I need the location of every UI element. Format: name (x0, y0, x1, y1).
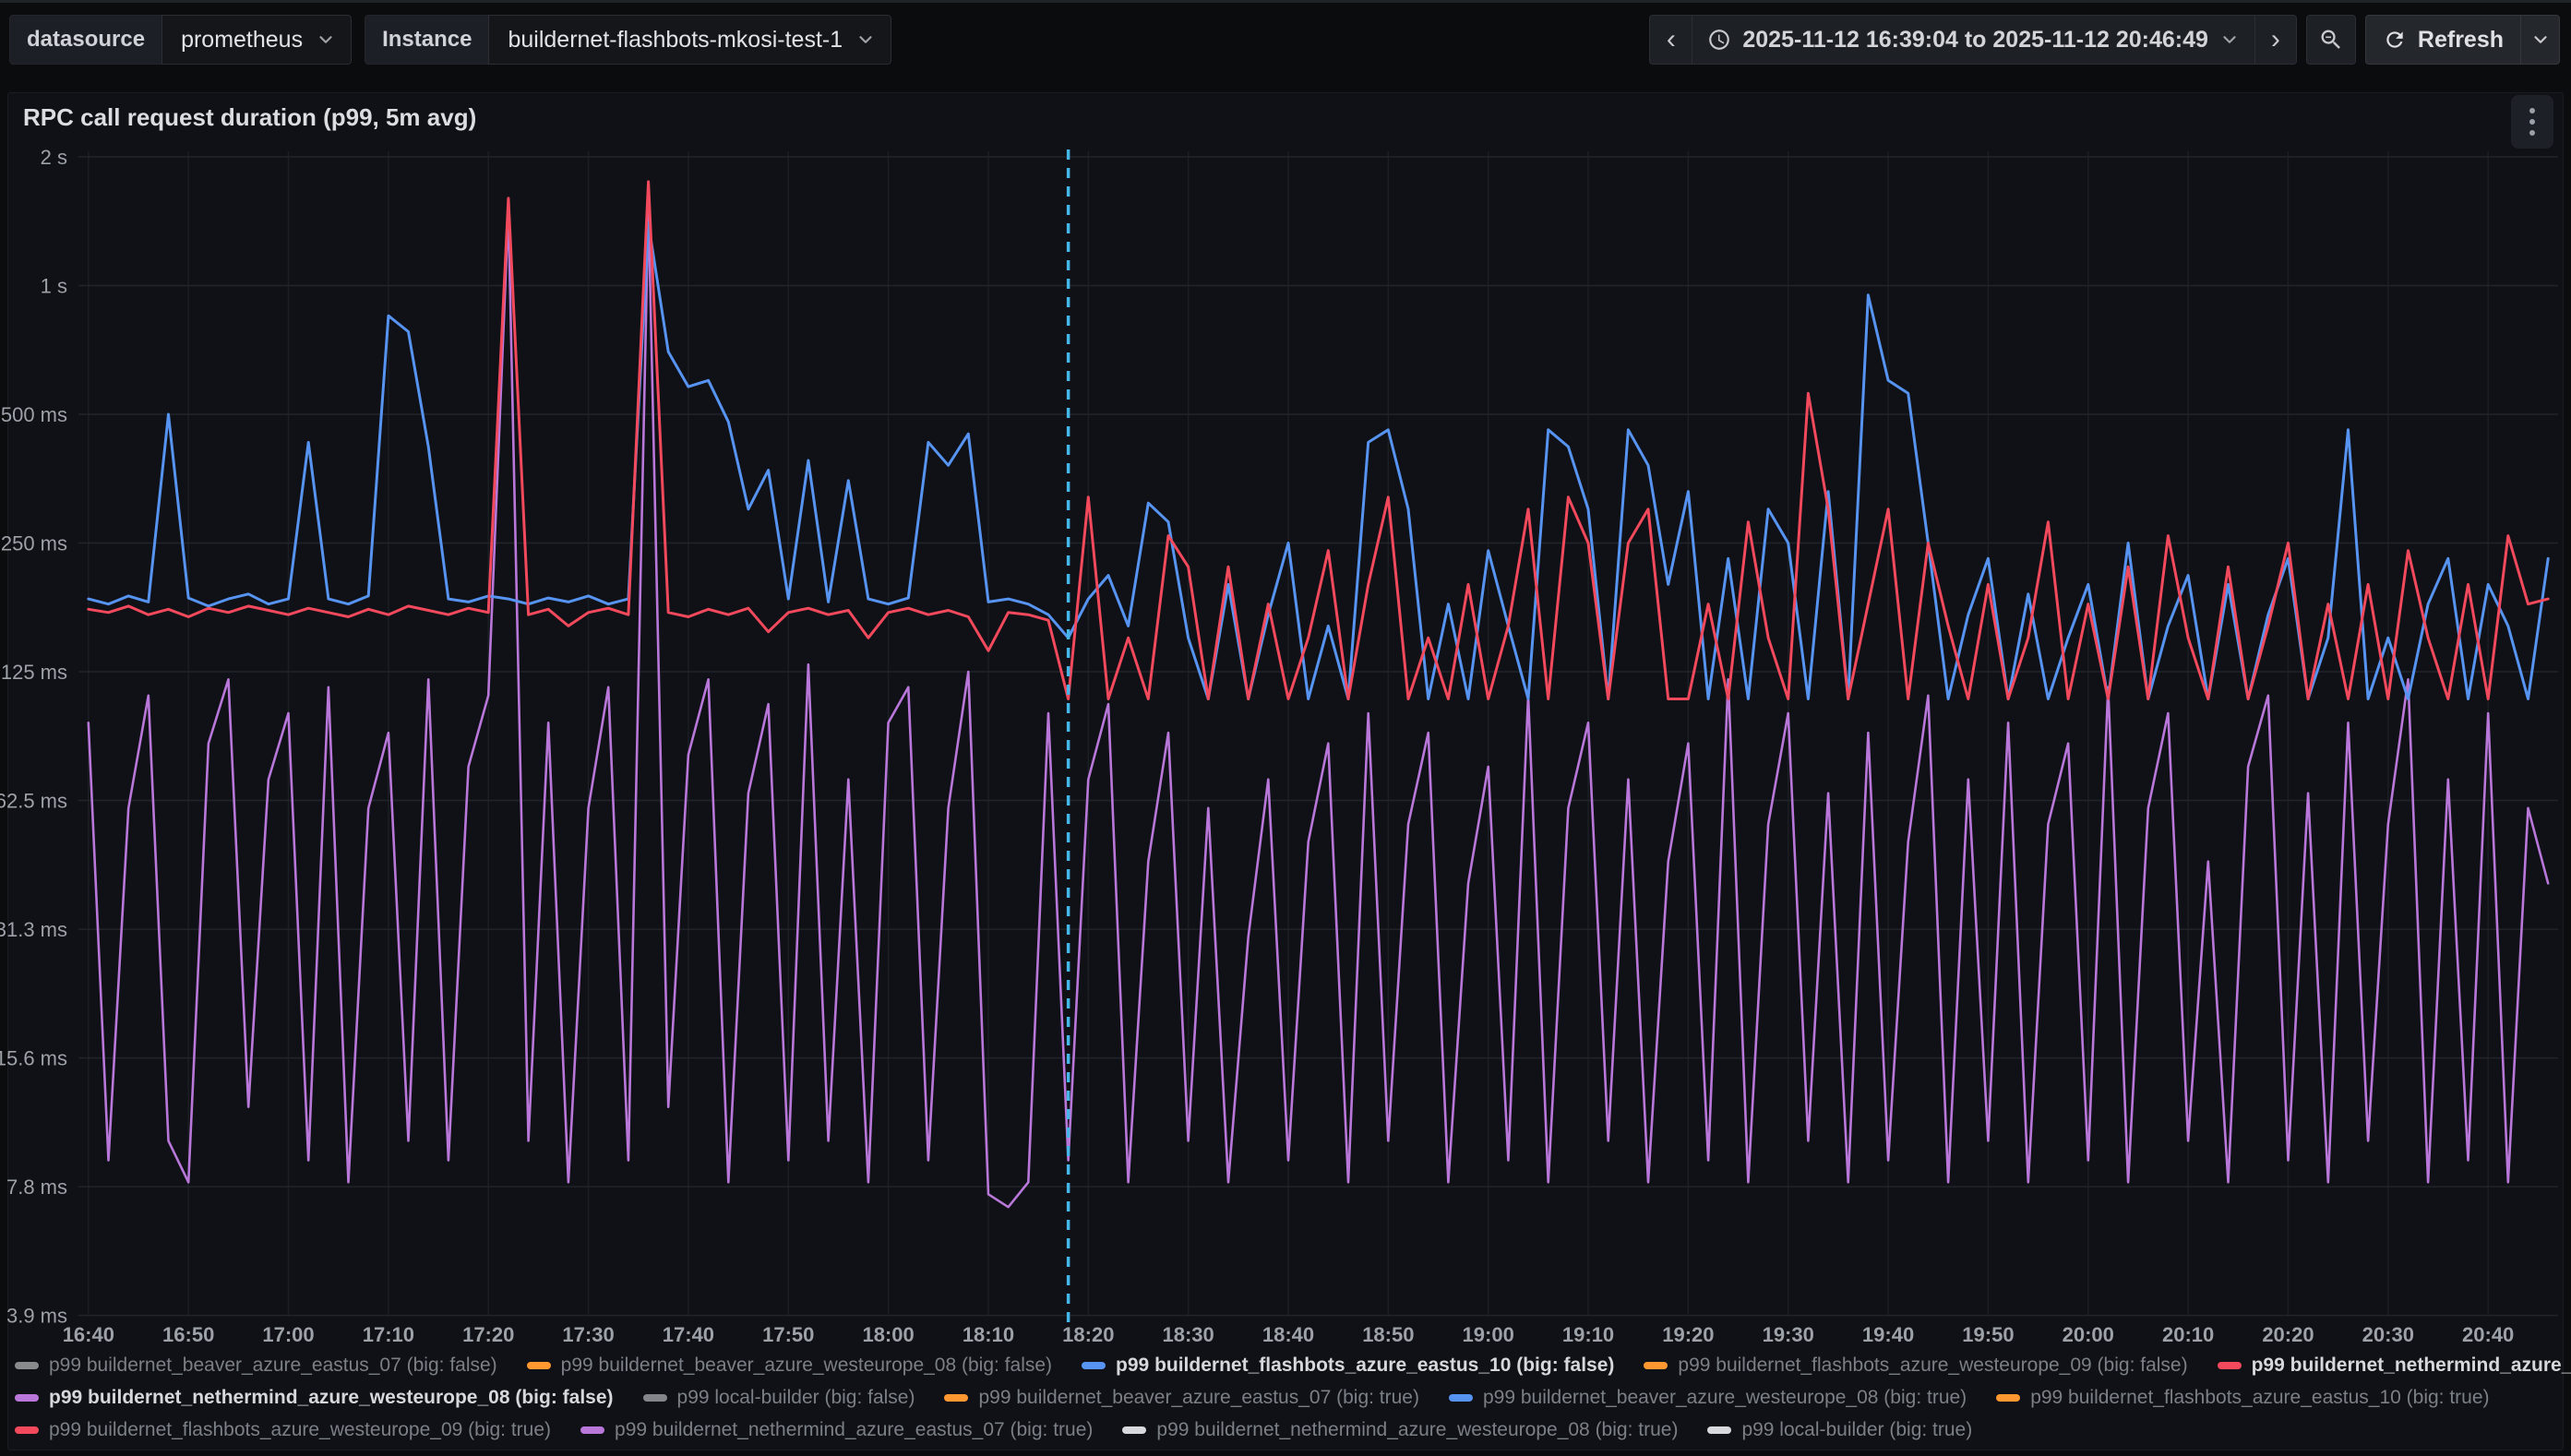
x-tick-label: 20:00 (2063, 1323, 2114, 1346)
legend-swatch (1122, 1426, 1146, 1434)
legend-label: p99 buildernet_nethermind_azure_eastus_0… (2252, 1355, 2571, 1377)
legend-item[interactable]: p99 local-builder (big: true) (1707, 1419, 1972, 1441)
legend-item[interactable]: p99 buildernet_beaver_azure_westeurope_0… (1449, 1387, 1967, 1409)
legend-swatch (1449, 1394, 1473, 1402)
x-tick-label: 20:30 (2362, 1323, 2414, 1346)
legend-swatch (944, 1394, 968, 1402)
legend-swatch (580, 1426, 604, 1434)
legend-swatch (1996, 1394, 2020, 1402)
legend-swatch (15, 1362, 39, 1369)
chart-canvas[interactable]: 16:40 16:50 17:00 17:10 17:20 17:30 17:40 17:50… (0, 0, 2571, 1456)
series-line (89, 204, 2548, 1207)
legend-label: p99 buildernet_flashbots_azure_eastus_10… (1116, 1355, 1614, 1377)
legend-item[interactable]: p99 local-builder (big: false) (643, 1387, 915, 1409)
x-tick-label: 18:50 (1362, 1323, 1414, 1346)
legend-item[interactable]: p99 buildernet_nethermind_azure_eastus_0… (580, 1419, 1093, 1441)
x-tick-label: 20:40 (2462, 1323, 2514, 1346)
y-tick-label: 250 ms (1, 532, 67, 555)
x-tick-label: 17:10 (363, 1323, 414, 1346)
legend-label: p99 buildernet_nethermind_azure_eastus_0… (615, 1419, 1093, 1441)
legend-swatch (527, 1362, 551, 1369)
legend-item[interactable]: p99 buildernet_beaver_azure_eastus_07 (b… (944, 1387, 1419, 1409)
x-tick-label: 17:20 (462, 1323, 514, 1346)
x-tick-label: 19:10 (1562, 1323, 1614, 1346)
legend-item[interactable]: p99 buildernet_flashbots_azure_westeurop… (15, 1419, 551, 1441)
x-tick-label: 17:50 (762, 1323, 814, 1346)
legend: p99 buildernet_beaver_azure_eastus_07 (b… (15, 1349, 2564, 1446)
legend-swatch (2218, 1362, 2242, 1369)
x-tick-label: 18:10 (963, 1323, 1014, 1346)
x-tick-label: 17:40 (663, 1323, 714, 1346)
legend-label: p99 buildernet_nethermind_azure_westeuro… (49, 1387, 614, 1409)
x-tick-label: 20:20 (2262, 1323, 2314, 1346)
legend-item[interactable]: p99 buildernet_flashbots_azure_westeurop… (1644, 1355, 2187, 1377)
x-tick-label: 17:30 (562, 1323, 614, 1346)
y-tick-label: 15.6 ms (0, 1047, 67, 1070)
y-tick-label: 500 ms (1, 403, 67, 426)
x-tick-label: 19:40 (1862, 1323, 1914, 1346)
x-tick-label: 16:50 (162, 1323, 214, 1346)
legend-swatch (1644, 1362, 1668, 1369)
legend-label: p99 buildernet_beaver_azure_eastus_07 (b… (978, 1387, 1419, 1409)
legend-label: p99 buildernet_flashbots_azure_westeurop… (49, 1419, 551, 1441)
y-tick-label: 1 s (41, 275, 67, 298)
legend-label: p99 local-builder (big: false) (677, 1387, 915, 1409)
y-tick-label: 62.5 ms (0, 790, 67, 813)
legend-label: p99 buildernet_beaver_azure_westeurope_0… (561, 1355, 1052, 1377)
legend-item[interactable]: p99 buildernet_beaver_azure_eastus_07 (b… (15, 1355, 497, 1377)
x-tick-label: 19:50 (1962, 1323, 2014, 1346)
legend-item[interactable]: p99 buildernet_flashbots_azure_eastus_10… (1082, 1355, 1614, 1377)
legend-row: p99 buildernet_beaver_azure_eastus_07 (b… (15, 1349, 2564, 1381)
x-tick-label: 19:00 (1463, 1323, 1514, 1346)
legend-item[interactable]: p99 buildernet_flashbots_azure_eastus_10… (1996, 1387, 2489, 1409)
x-tick-label: 18:00 (862, 1323, 914, 1346)
legend-label: p99 buildernet_flashbots_azure_westeurop… (1678, 1355, 2187, 1377)
y-tick-label: 31.3 ms (0, 918, 67, 941)
grafana-dashboard: datasource prometheus Instance builderne… (0, 0, 2571, 1456)
y-tick-label: 2 s (41, 146, 67, 169)
legend-label: p99 local-builder (big: true) (1741, 1419, 1972, 1441)
legend-item[interactable]: p99 buildernet_nethermind_azure_eastus_0… (2218, 1355, 2571, 1377)
x-tick-label: 19:20 (1662, 1323, 1714, 1346)
legend-item[interactable]: p99 buildernet_nethermind_azure_westeuro… (1122, 1419, 1678, 1441)
legend-label: p99 buildernet_beaver_azure_westeurope_0… (1483, 1387, 1967, 1409)
legend-label: p99 buildernet_flashbots_azure_eastus_10… (2030, 1387, 2489, 1409)
legend-swatch (15, 1394, 39, 1402)
y-tick-label: 125 ms (1, 661, 67, 684)
y-tick-label: 7.8 ms (6, 1176, 67, 1199)
x-tick-label: 18:20 (1062, 1323, 1114, 1346)
series-line (89, 182, 2548, 699)
legend-swatch (15, 1426, 39, 1434)
x-tick-label: 20:10 (2162, 1323, 2214, 1346)
legend-label: p99 buildernet_beaver_azure_eastus_07 (b… (49, 1355, 497, 1377)
y-tick-label: 3.9 ms (6, 1305, 67, 1328)
legend-swatch (1707, 1426, 1731, 1434)
legend-item[interactable]: p99 buildernet_nethermind_azure_westeuro… (15, 1387, 614, 1409)
legend-label: p99 buildernet_nethermind_azure_westeuro… (1156, 1419, 1678, 1441)
x-tick-label: 17:00 (262, 1323, 314, 1346)
legend-swatch (1082, 1362, 1106, 1369)
x-tick-label: 18:30 (1163, 1323, 1214, 1346)
x-tick-label: 18:40 (1262, 1323, 1314, 1346)
legend-swatch (643, 1394, 667, 1402)
series-line (89, 223, 2548, 699)
x-tick-label: 16:40 (63, 1323, 114, 1346)
timeseries-chart: 16:40 16:50 17:00 17:10 17:20 17:30 17:40 17:50… (0, 0, 2571, 1456)
legend-item[interactable]: p99 buildernet_beaver_azure_westeurope_0… (527, 1355, 1052, 1377)
x-tick-label: 19:30 (1763, 1323, 1814, 1346)
legend-row: p99 buildernet_flashbots_azure_westeurop… (15, 1414, 2564, 1446)
legend-row: p99 buildernet_nethermind_azure_westeuro… (15, 1381, 2564, 1414)
